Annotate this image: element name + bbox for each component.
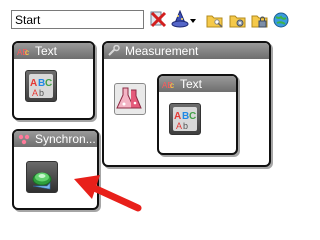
svg-text:A: A xyxy=(176,121,182,131)
measurement-block-header: Measurement xyxy=(104,43,269,59)
text-block[interactable]: AB c Text A B C A b xyxy=(12,41,95,120)
svg-text:c: c xyxy=(25,48,29,57)
sync-small-icon xyxy=(18,134,30,145)
wrench-icon xyxy=(108,45,120,56)
wizard-icon[interactable] xyxy=(171,9,189,29)
measurement-block[interactable]: Measurement AB c Text A B C A b xyxy=(102,41,271,167)
folder-lock-icon[interactable] xyxy=(251,10,269,29)
nested-text-block[interactable]: AB c Text A B C A b xyxy=(157,74,238,155)
measurement-block-title: Measurement xyxy=(125,44,199,58)
folder-gear-icon[interactable] xyxy=(229,10,247,29)
folder-key-icon[interactable] xyxy=(206,10,224,29)
nested-text-block-title: Text xyxy=(180,77,203,91)
svg-text:b: b xyxy=(183,121,188,131)
svg-text:c: c xyxy=(170,81,174,90)
abc-text-icon[interactable]: A B C A b xyxy=(169,103,201,135)
synchron-block-header: Synchron... xyxy=(14,131,97,147)
abc-text-icon[interactable]: A B C A b xyxy=(25,70,57,102)
abc-text-icon: AB c xyxy=(162,81,174,90)
synchron-block-title: Synchron... xyxy=(35,132,96,146)
nested-text-block-header: AB c Text xyxy=(159,76,236,92)
text-block-title: Text xyxy=(35,44,58,58)
delete-icon[interactable] xyxy=(150,10,168,29)
abc-text-icon: AB c xyxy=(17,48,29,57)
text-block-header: AB c Text xyxy=(14,43,93,59)
dropdown-arrow-icon[interactable] xyxy=(189,10,197,29)
globe-icon[interactable] xyxy=(272,10,290,29)
chemistry-flask-icon[interactable] xyxy=(114,83,146,115)
svg-text:b: b xyxy=(39,88,44,98)
svg-text:C: C xyxy=(45,78,52,89)
start-input[interactable] xyxy=(11,10,144,29)
annotation-arrow xyxy=(74,175,142,212)
svg-text:A: A xyxy=(32,88,38,98)
svg-text:C: C xyxy=(189,111,196,122)
sync-icon[interactable] xyxy=(26,161,58,193)
